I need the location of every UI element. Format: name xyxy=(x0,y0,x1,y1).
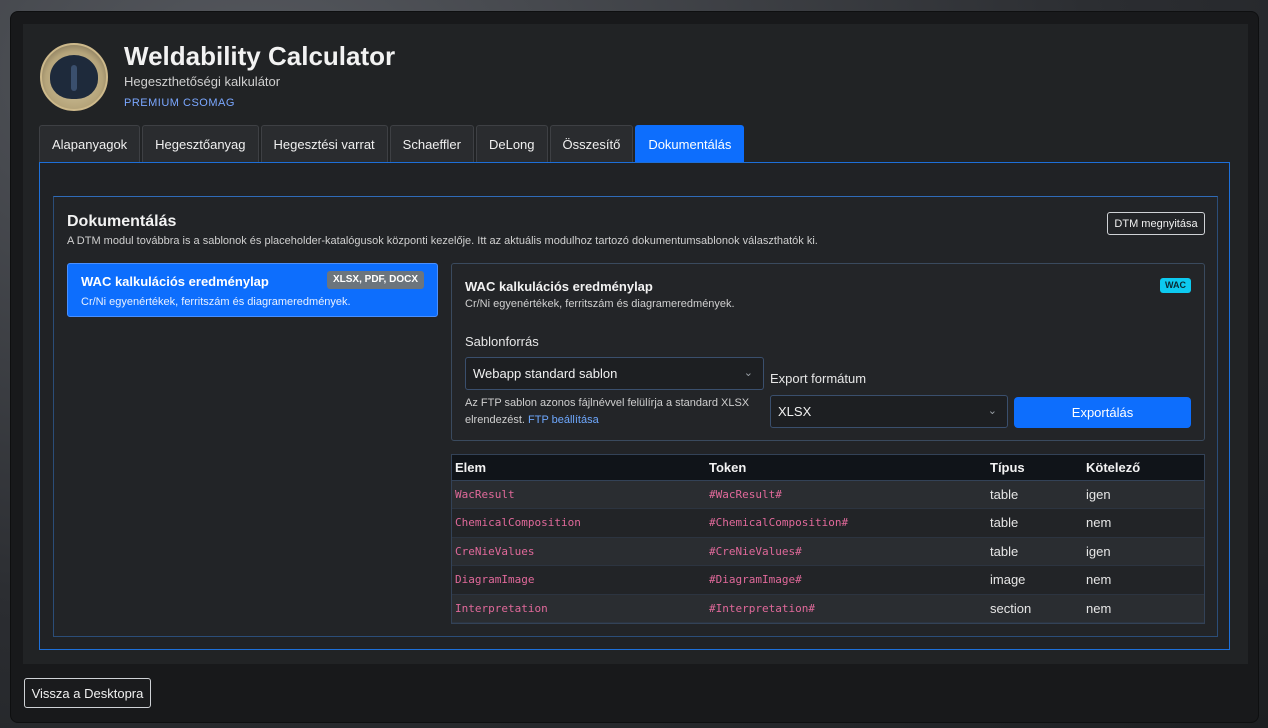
cell-elem: CreNieValues xyxy=(452,537,706,566)
cell-token: #CreNieValues# xyxy=(706,537,987,566)
documentation-card: Dokumentálás A DTM modul továbbra is a s… xyxy=(53,196,1218,637)
export-format-value: XLSX xyxy=(778,404,812,419)
tab-osszesito[interactable]: Összesítő xyxy=(549,125,634,162)
tab-dokumentalas[interactable]: Dokumentálás xyxy=(635,125,745,162)
cell-kotelezo: nem xyxy=(1083,508,1204,538)
table-row: Interpretation #Interpretation# section … xyxy=(452,594,1204,623)
tab-schaeffler[interactable]: Schaeffler xyxy=(389,125,474,162)
column-header-tipus: Típus xyxy=(987,455,1083,481)
template-item-title: WAC kalkulációs eredménylap xyxy=(81,274,269,289)
cell-token: #ChemicalComposition# xyxy=(706,508,987,538)
back-to-desktop-button[interactable]: Vissza a Desktopra xyxy=(24,678,151,708)
detail-description: Cr/Ni egyenértékek, ferritszám és diagra… xyxy=(465,298,735,310)
cell-tipus: section xyxy=(987,594,1083,623)
cell-tipus: table xyxy=(987,480,1083,509)
ftp-settings-link[interactable]: FTP beállítása xyxy=(528,414,599,426)
section-description: A DTM modul továbbra is a sablonok és pl… xyxy=(67,235,818,247)
table-row: CreNieValues #CreNieValues# table igen xyxy=(452,537,1204,566)
cell-kotelezo: igen xyxy=(1083,480,1204,509)
export-format-select[interactable]: XLSX ⌄ xyxy=(770,395,1008,428)
app-window: Weldability Calculator Hegeszthetőségi k… xyxy=(10,11,1259,723)
table-header-row: Elem Token Típus Kötelező xyxy=(452,455,1204,481)
app-logo xyxy=(40,43,108,111)
cell-elem: DiagramImage xyxy=(452,565,706,595)
table-row: DiagramImage #DiagramImage# image nem xyxy=(452,565,1204,595)
chevron-down-icon: ⌄ xyxy=(743,367,753,379)
app-subtitle: Hegeszthetőségi kalkulátor xyxy=(124,74,281,89)
template-source-value: Webapp standard sablon xyxy=(473,366,618,381)
tab-delong[interactable]: DeLong xyxy=(475,125,548,162)
cell-kotelezo: igen xyxy=(1083,537,1204,566)
template-source-label: Sablonforrás xyxy=(465,334,539,349)
column-header-token: Token xyxy=(706,455,987,481)
placeholder-table: Elem Token Típus Kötelező WacResult #Wac… xyxy=(451,454,1205,624)
template-list-item-wac[interactable]: WAC kalkulációs eredménylap Cr/Ni egyené… xyxy=(67,263,438,317)
cell-elem: ChemicalComposition xyxy=(452,508,706,538)
chevron-down-icon: ⌄ xyxy=(987,405,997,417)
cell-token: #WacResult# xyxy=(706,480,987,509)
tab-hegesztesi-varrat[interactable]: Hegesztési varrat xyxy=(260,125,388,162)
cell-tipus: table xyxy=(987,537,1083,566)
cell-tipus: image xyxy=(987,565,1083,595)
cell-kotelezo: nem xyxy=(1083,594,1204,623)
cell-kotelezo: nem xyxy=(1083,565,1204,595)
module-badge: WAC xyxy=(1160,278,1191,293)
tab-hegesztoanyag[interactable]: Hegesztőanyag xyxy=(142,125,259,162)
open-dtm-button[interactable]: DTM megnyitása xyxy=(1107,212,1205,235)
template-item-description: Cr/Ni egyenértékek, ferritszám és diagra… xyxy=(81,296,351,308)
ftp-hint: Az FTP sablon azonos fájlnévvel felülírj… xyxy=(465,395,755,429)
column-header-kotelezo: Kötelező xyxy=(1083,455,1204,481)
section-title: Dokumentálás xyxy=(67,213,177,230)
table-row: ChemicalComposition #ChemicalComposition… xyxy=(452,508,1204,538)
cell-tipus: table xyxy=(987,508,1083,538)
package-label: PREMIUM CSOMAG xyxy=(124,97,235,109)
export-button[interactable]: Exportálás xyxy=(1014,397,1191,428)
tab-alapanyagok[interactable]: Alapanyagok xyxy=(39,125,141,162)
cell-elem: Interpretation xyxy=(452,594,706,623)
column-header-elem: Elem xyxy=(452,455,706,481)
template-detail-panel: WAC kalkulációs eredménylap Cr/Ni egyené… xyxy=(451,263,1205,441)
template-source-select[interactable]: Webapp standard sablon ⌄ xyxy=(465,357,764,390)
detail-title: WAC kalkulációs eredménylap xyxy=(465,279,653,294)
tab-panel-dokumentalas: Dokumentálás A DTM modul továbbra is a s… xyxy=(39,162,1230,650)
ftp-hint-text: Az FTP sablon azonos fájlnévvel felülírj… xyxy=(465,397,750,426)
export-format-label: Export formátum xyxy=(770,371,867,386)
table-row: WacResult #WacResult# table igen xyxy=(452,480,1204,509)
cell-elem: WacResult xyxy=(452,480,706,509)
format-badge: XLSX, PDF, DOCX xyxy=(326,271,424,289)
cell-token: #Interpretation# xyxy=(706,594,987,623)
cell-token: #DiagramImage# xyxy=(706,565,987,595)
tab-bar: Alapanyagok Hegesztőanyag Hegesztési var… xyxy=(39,125,745,162)
logo-electrode-icon xyxy=(71,65,77,91)
app-title: Weldability Calculator xyxy=(124,41,396,71)
